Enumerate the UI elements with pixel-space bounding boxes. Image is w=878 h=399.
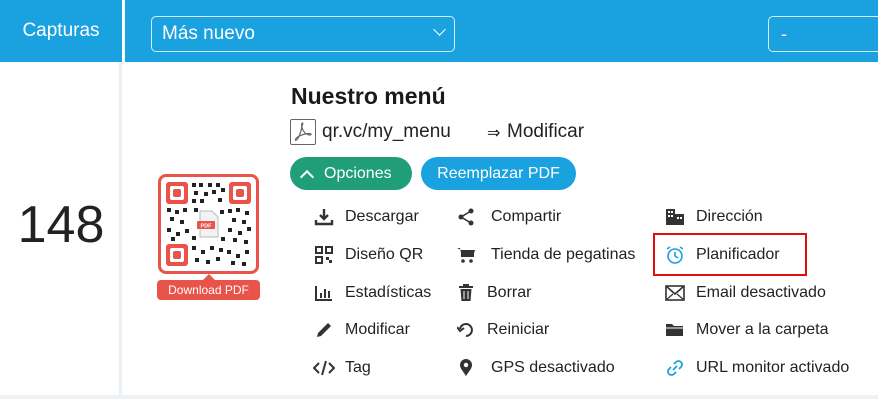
move-folder-action[interactable]: Mover a la carpeta: [664, 318, 829, 342]
pdf-file-icon: [290, 119, 316, 145]
sort-select-value: Más nuevo: [162, 23, 255, 44]
action-label: URL monitor activado: [696, 359, 850, 376]
filter-select[interactable]: -: [768, 16, 878, 52]
action-label: Descargar: [345, 208, 419, 225]
action-label: Tag: [345, 359, 371, 376]
envelope-icon: [664, 282, 686, 304]
action-label: Reiniciar: [487, 321, 550, 338]
options-label: Opciones: [324, 164, 392, 182]
chevron-down-icon: [433, 23, 446, 36]
filter-select-value: -: [781, 23, 787, 44]
action-label: GPS desactivado: [491, 359, 615, 376]
download-action[interactable]: Descargar: [313, 205, 419, 229]
building-icon: [664, 206, 686, 228]
options-toggle-button[interactable]: Opciones: [290, 157, 412, 190]
folder-icon: [664, 319, 686, 341]
action-label: Mover a la carpeta: [696, 321, 829, 338]
highlight-box: [653, 233, 807, 276]
delete-action[interactable]: Borrar: [455, 281, 531, 305]
gps-action[interactable]: GPS desactivado: [455, 356, 615, 380]
arrow-right-icon: ⇒: [487, 125, 501, 142]
chevron-up-icon: [299, 169, 315, 184]
share-action[interactable]: Compartir: [455, 205, 561, 229]
action-label: Modificar: [345, 321, 410, 338]
pencil-icon: [313, 319, 335, 341]
replace-pdf-button[interactable]: Reemplazar PDF: [421, 157, 576, 190]
action-label: Borrar: [487, 284, 532, 301]
row-divider: [0, 395, 878, 399]
map-pin-icon: [455, 357, 477, 379]
link-icon: [664, 357, 686, 379]
action-label: Estadísticas: [345, 284, 432, 301]
email-action[interactable]: Email desactivado: [664, 281, 826, 305]
action-label: Diseño QR: [345, 246, 424, 263]
statistics-action[interactable]: Estadísticas: [313, 281, 431, 305]
qr-title: Nuestro menú: [291, 83, 446, 109]
address-action[interactable]: Dirección: [664, 205, 763, 229]
trash-icon: [455, 282, 477, 304]
table-row: [0, 62, 878, 399]
url-monitor-action[interactable]: URL monitor activado: [664, 356, 849, 380]
download-icon: [313, 206, 335, 228]
modify-url-link[interactable]: Modificar: [507, 121, 584, 143]
column-title-scans: Capturas: [22, 20, 100, 41]
qr-code-image: PDF: [166, 182, 251, 266]
svg-text:PDF: PDF: [201, 224, 213, 230]
modify-action[interactable]: Modificar: [313, 318, 410, 342]
reset-action[interactable]: Reiniciar: [455, 318, 549, 342]
share-icon: [455, 206, 477, 228]
download-pdf-caption[interactable]: Download PDF: [157, 280, 260, 300]
action-label: Dirección: [696, 208, 763, 225]
sticker-shop-action[interactable]: Tienda de pegatinas: [455, 243, 635, 267]
qr-code-thumbnail[interactable]: PDF: [158, 174, 259, 274]
action-label: Email desactivado: [696, 284, 826, 301]
short-url-link[interactable]: qr.vc/my_menu: [322, 121, 451, 143]
scan-count: 148: [17, 196, 105, 254]
action-label: Tienda de pegatinas: [491, 246, 636, 263]
bar-chart-icon: [313, 282, 335, 304]
code-icon: [313, 357, 335, 379]
qr-design-icon: [313, 244, 335, 266]
qr-design-action[interactable]: Diseño QR: [313, 243, 423, 267]
cart-icon: [455, 244, 477, 266]
sort-select[interactable]: Más nuevo: [151, 16, 455, 52]
undo-icon: [455, 319, 477, 341]
action-label: Compartir: [491, 208, 562, 225]
header-divider: [122, 0, 125, 62]
tag-action[interactable]: Tag: [313, 356, 371, 380]
